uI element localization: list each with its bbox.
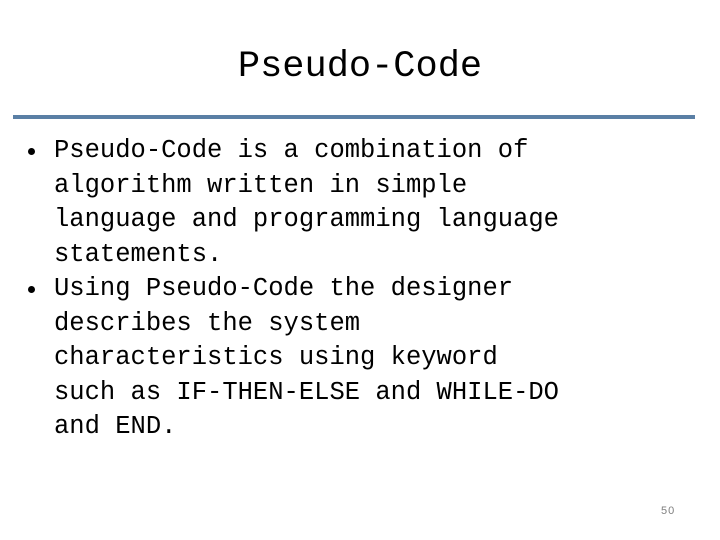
slide: Pseudo-Code Pseudo-Code is a combination… bbox=[0, 0, 720, 540]
title-divider bbox=[13, 115, 695, 119]
bullet-item: Pseudo-Code is a combination of algorith… bbox=[22, 134, 712, 272]
page-number: 50 bbox=[661, 505, 676, 517]
bullet-text-line: characteristics using keyword bbox=[54, 343, 498, 372]
bullet-text-line: describes the system bbox=[54, 308, 361, 338]
bullet-text-line: language and programming language bbox=[54, 205, 559, 234]
bullet-text-line: such as IF-THEN-ELSE and WHILE-DO bbox=[54, 377, 559, 407]
bullet-list: Pseudo-Code is a combination of algorith… bbox=[22, 134, 712, 445]
bullet-text-line: algorithm written in simple bbox=[54, 170, 468, 200]
bullet-item: Using Pseudo-Code the designer describes… bbox=[22, 272, 712, 445]
bullet-icon bbox=[28, 148, 35, 155]
bullet-text-line: and END. bbox=[54, 412, 177, 441]
bullet-icon bbox=[28, 286, 35, 293]
bullet-text-line: Using Pseudo-Code the designer bbox=[54, 274, 514, 303]
slide-title: Pseudo-Code bbox=[237, 46, 483, 88]
bullet-text-line: Pseudo-Code is a combination of bbox=[54, 136, 529, 165]
bullet-text-line: statements. bbox=[54, 239, 223, 269]
